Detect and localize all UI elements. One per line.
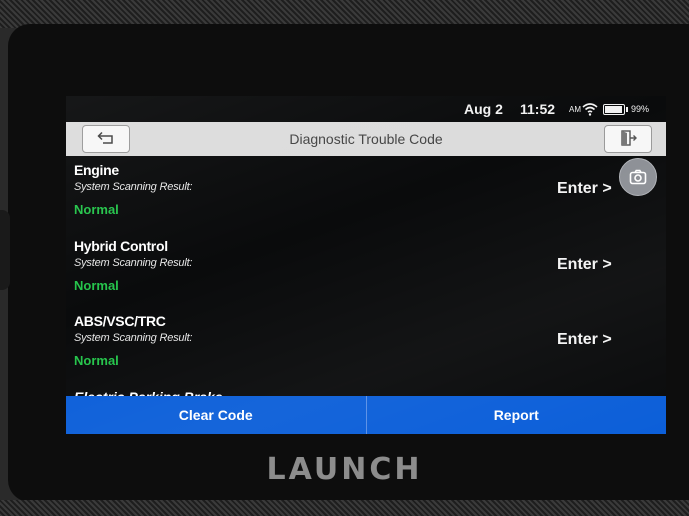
enter-button[interactable]: Enter > (557, 180, 612, 198)
device-screen: Aug 2 11:52 AM 99% Diagnostic Trouble Co… (66, 96, 666, 434)
device-brand-logo: LAUNCH (266, 452, 423, 487)
title-bar: Diagnostic Trouble Code (66, 122, 666, 156)
clear-code-button[interactable]: Clear Code (66, 396, 366, 434)
wifi-icon (582, 103, 598, 116)
scan-result-status: Normal (74, 202, 119, 217)
system-name: Engine (74, 162, 119, 178)
report-button[interactable]: Report (367, 396, 667, 434)
system-entry-hybrid-control[interactable]: Hybrid Control System Scanning Result: N… (66, 232, 666, 308)
device-side-tab (0, 210, 10, 290)
system-entry-engine[interactable]: Engine System Scanning Result: Normal En… (66, 156, 666, 232)
status-date: Aug 2 (464, 101, 503, 117)
enter-button[interactable]: Enter > (557, 331, 612, 349)
system-name: Hybrid Control (74, 238, 168, 254)
scan-result-status: Normal (74, 353, 119, 368)
status-ampm: AM (569, 105, 581, 114)
exit-button[interactable] (604, 125, 652, 153)
scan-result-status: Normal (74, 278, 119, 293)
bottom-action-bar: Clear Code Report (66, 396, 666, 434)
screenshot-button[interactable] (619, 158, 657, 196)
page-title: Diagnostic Trouble Code (289, 131, 443, 147)
enter-button[interactable]: Enter > (557, 256, 612, 274)
status-time: 11:52 (520, 101, 556, 117)
system-name: ABS/VSC/TRC (74, 313, 166, 329)
system-entry-abs-vsc-trc[interactable]: ABS/VSC/TRC System Scanning Result: Norm… (66, 307, 666, 383)
scan-result-label: System Scanning Result: (74, 181, 193, 193)
system-list: Engine System Scanning Result: Normal En… (66, 156, 666, 397)
photo-border-bottom (0, 500, 689, 516)
battery-percent: 99% (631, 104, 650, 114)
scan-result-label: System Scanning Result: (74, 257, 193, 269)
scan-result-label: System Scanning Result: (74, 332, 193, 344)
status-bar: Aug 2 11:52 AM 99% (66, 96, 666, 122)
battery-icon (603, 104, 628, 115)
camera-icon (629, 169, 647, 185)
exit-door-icon (621, 130, 637, 146)
